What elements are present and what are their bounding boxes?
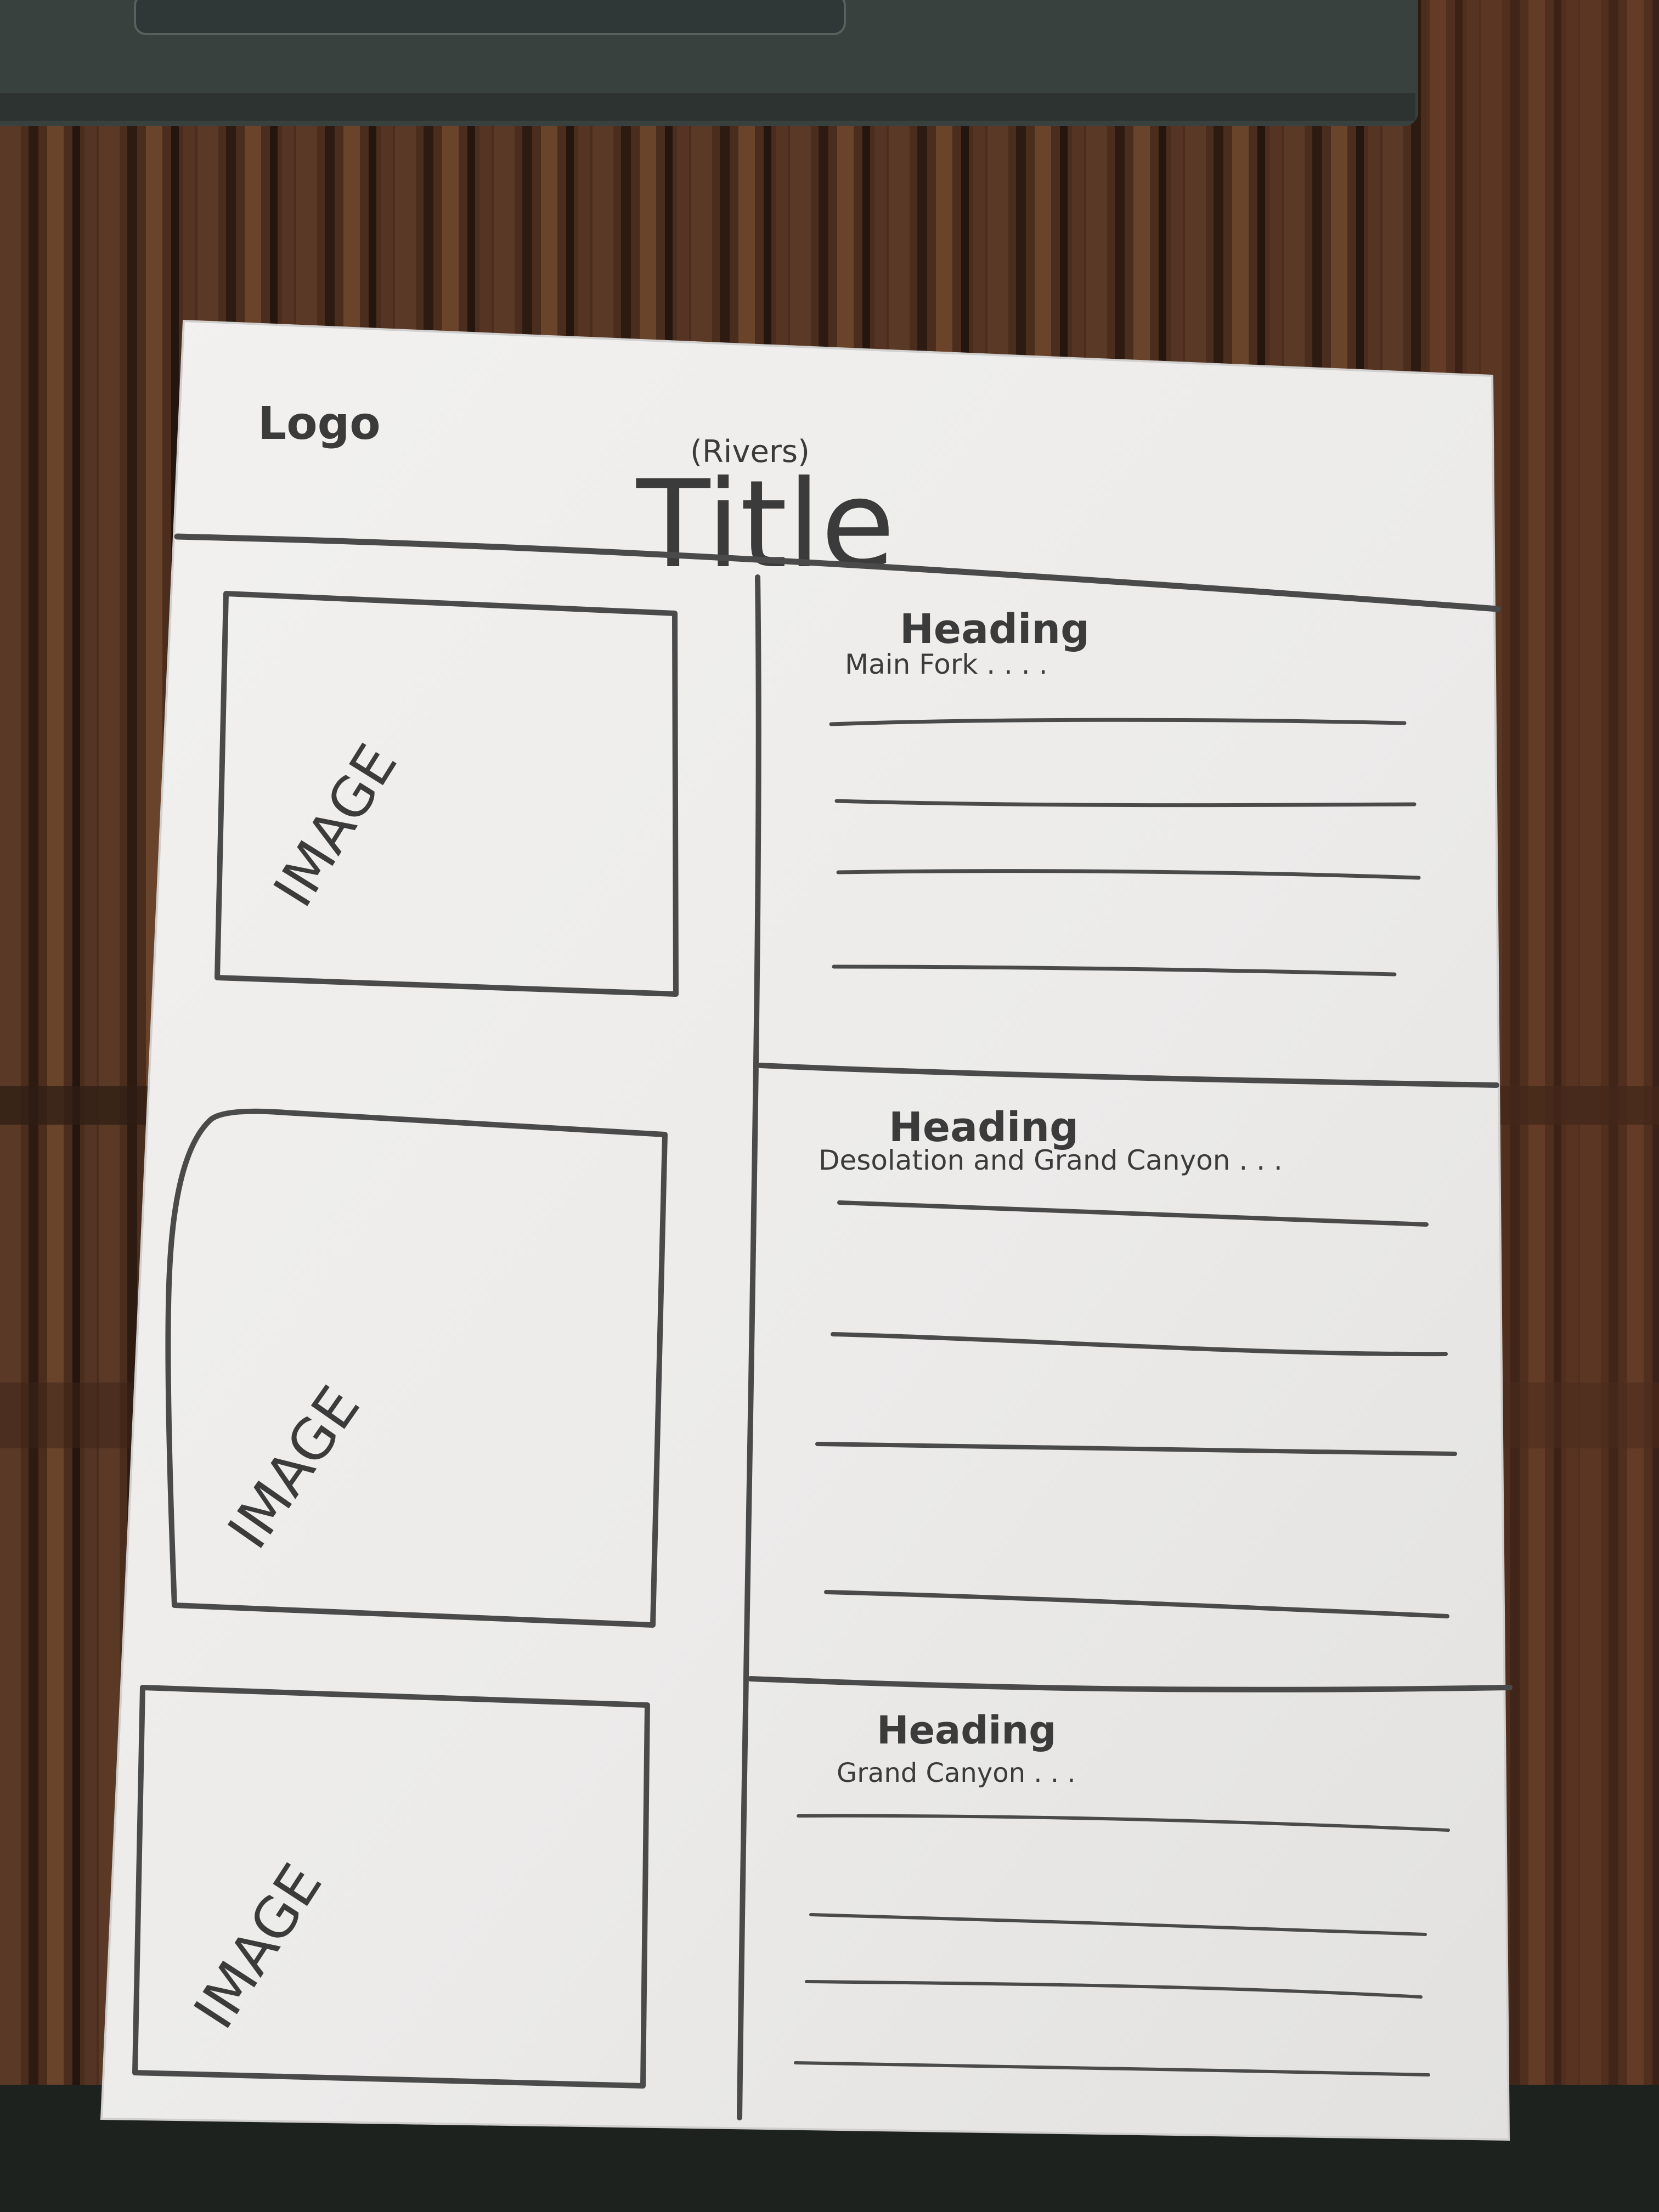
paper-sketch: Logo (Rivers) Title IMAGE IMAGE IMAGE He… [100, 319, 1513, 2141]
section-3-text: Grand Canyon . . . [837, 1758, 1076, 1788]
laptop-edge [0, 0, 1418, 126]
section-2-text: Desolation and Grand Canyon . . . [819, 1144, 1283, 1176]
section-1-text: Main Fork . . . . [845, 648, 1047, 680]
section-3-heading: Heading [877, 1708, 1056, 1753]
title-label: Title [636, 454, 895, 595]
photo-scene: Logo (Rivers) Title IMAGE IMAGE IMAGE He… [0, 0, 1659, 2212]
logo-label: Logo [258, 398, 381, 450]
section-1-heading: Heading [900, 606, 1090, 653]
